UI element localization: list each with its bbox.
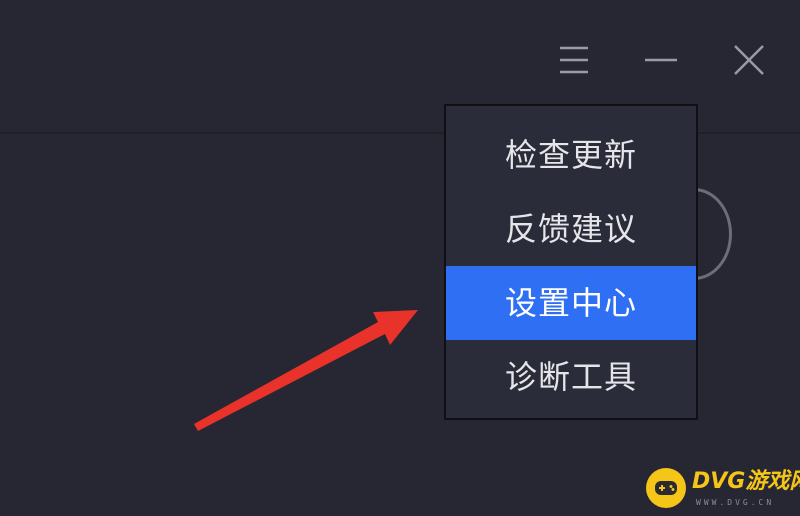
menu-item-diagnostic-tools[interactable]: 诊断工具 <box>446 340 696 414</box>
settings-dropdown-menu: 检查更新 反馈建议 设置中心 诊断工具 <box>444 104 698 420</box>
hamburger-icon[interactable] <box>552 38 596 82</box>
minimize-icon[interactable] <box>639 38 683 82</box>
gamepad-icon <box>646 468 686 508</box>
watermark-subtext: WWW.DVG.CN <box>696 498 775 507</box>
close-icon[interactable] <box>727 38 771 82</box>
menu-item-settings-center[interactable]: 设置中心 <box>446 266 696 340</box>
watermark-text: DVG游戏网 <box>692 469 800 494</box>
menu-item-check-update[interactable]: 检查更新 <box>446 118 696 192</box>
menu-item-feedback[interactable]: 反馈建议 <box>446 192 696 266</box>
arrow-shape <box>194 310 418 431</box>
watermark: DVG游戏网 WWW.DVG.CN <box>646 466 800 512</box>
